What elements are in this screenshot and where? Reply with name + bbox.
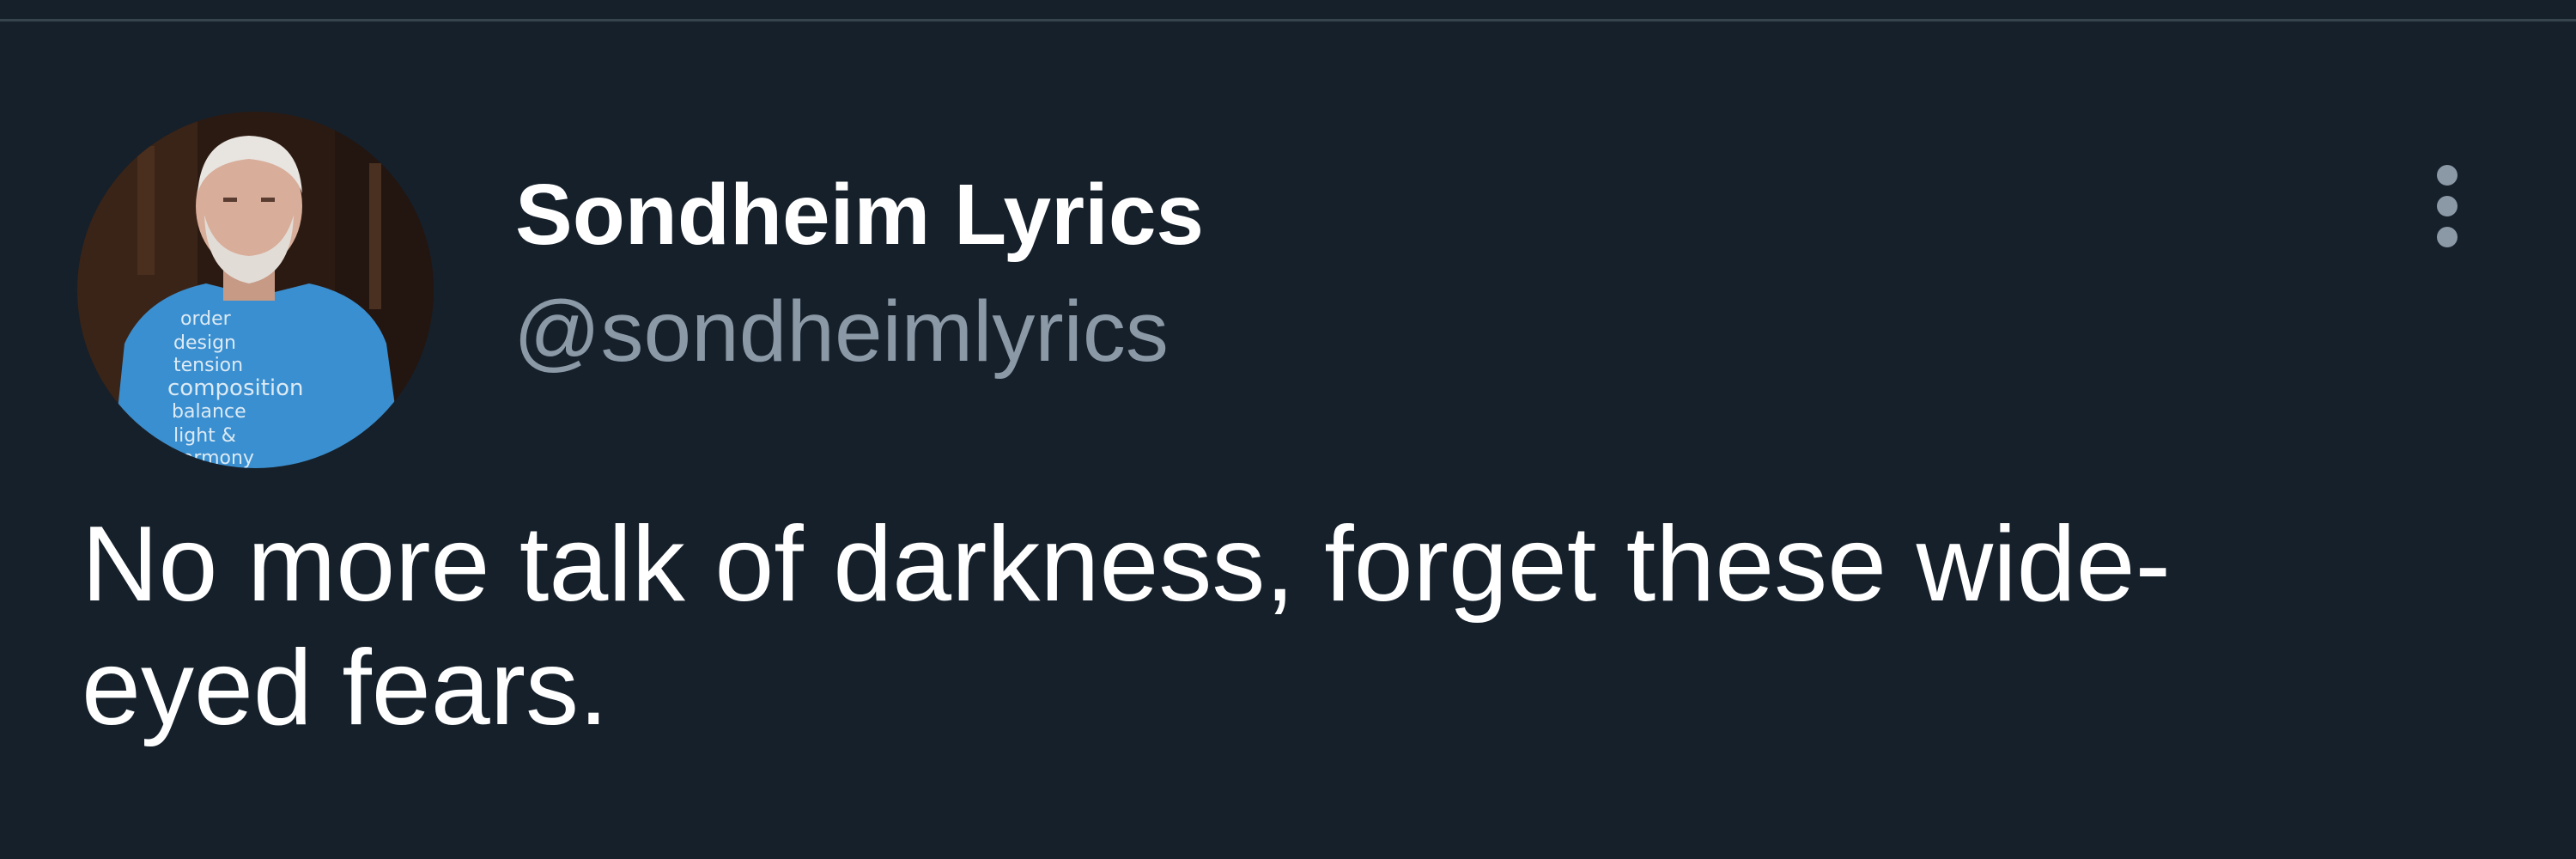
shirt-text-line: balance (172, 401, 246, 423)
shirt-text-line: composition (167, 375, 304, 401)
shirt-text-line: order (180, 308, 232, 330)
tweet-text: No more talk of darkness, forget these w… (82, 505, 2171, 747)
shirt-text-line: design (173, 332, 236, 354)
display-name[interactable]: Sondheim Lyrics (515, 163, 1204, 266)
shirt-text-line: harmony (170, 448, 254, 468)
avatar-photo: order design tension composition balance… (77, 112, 434, 468)
divider (0, 19, 2576, 21)
shirt-text-line: tension (173, 355, 243, 376)
tweet-card[interactable]: order design tension composition balance… (0, 0, 2576, 859)
more-options-button[interactable] (2404, 155, 2490, 258)
shirt-text-line: light & (173, 425, 236, 447)
avatar[interactable]: order design tension composition balance… (77, 112, 434, 468)
user-handle[interactable]: @sondheimlyrics (513, 280, 1169, 383)
